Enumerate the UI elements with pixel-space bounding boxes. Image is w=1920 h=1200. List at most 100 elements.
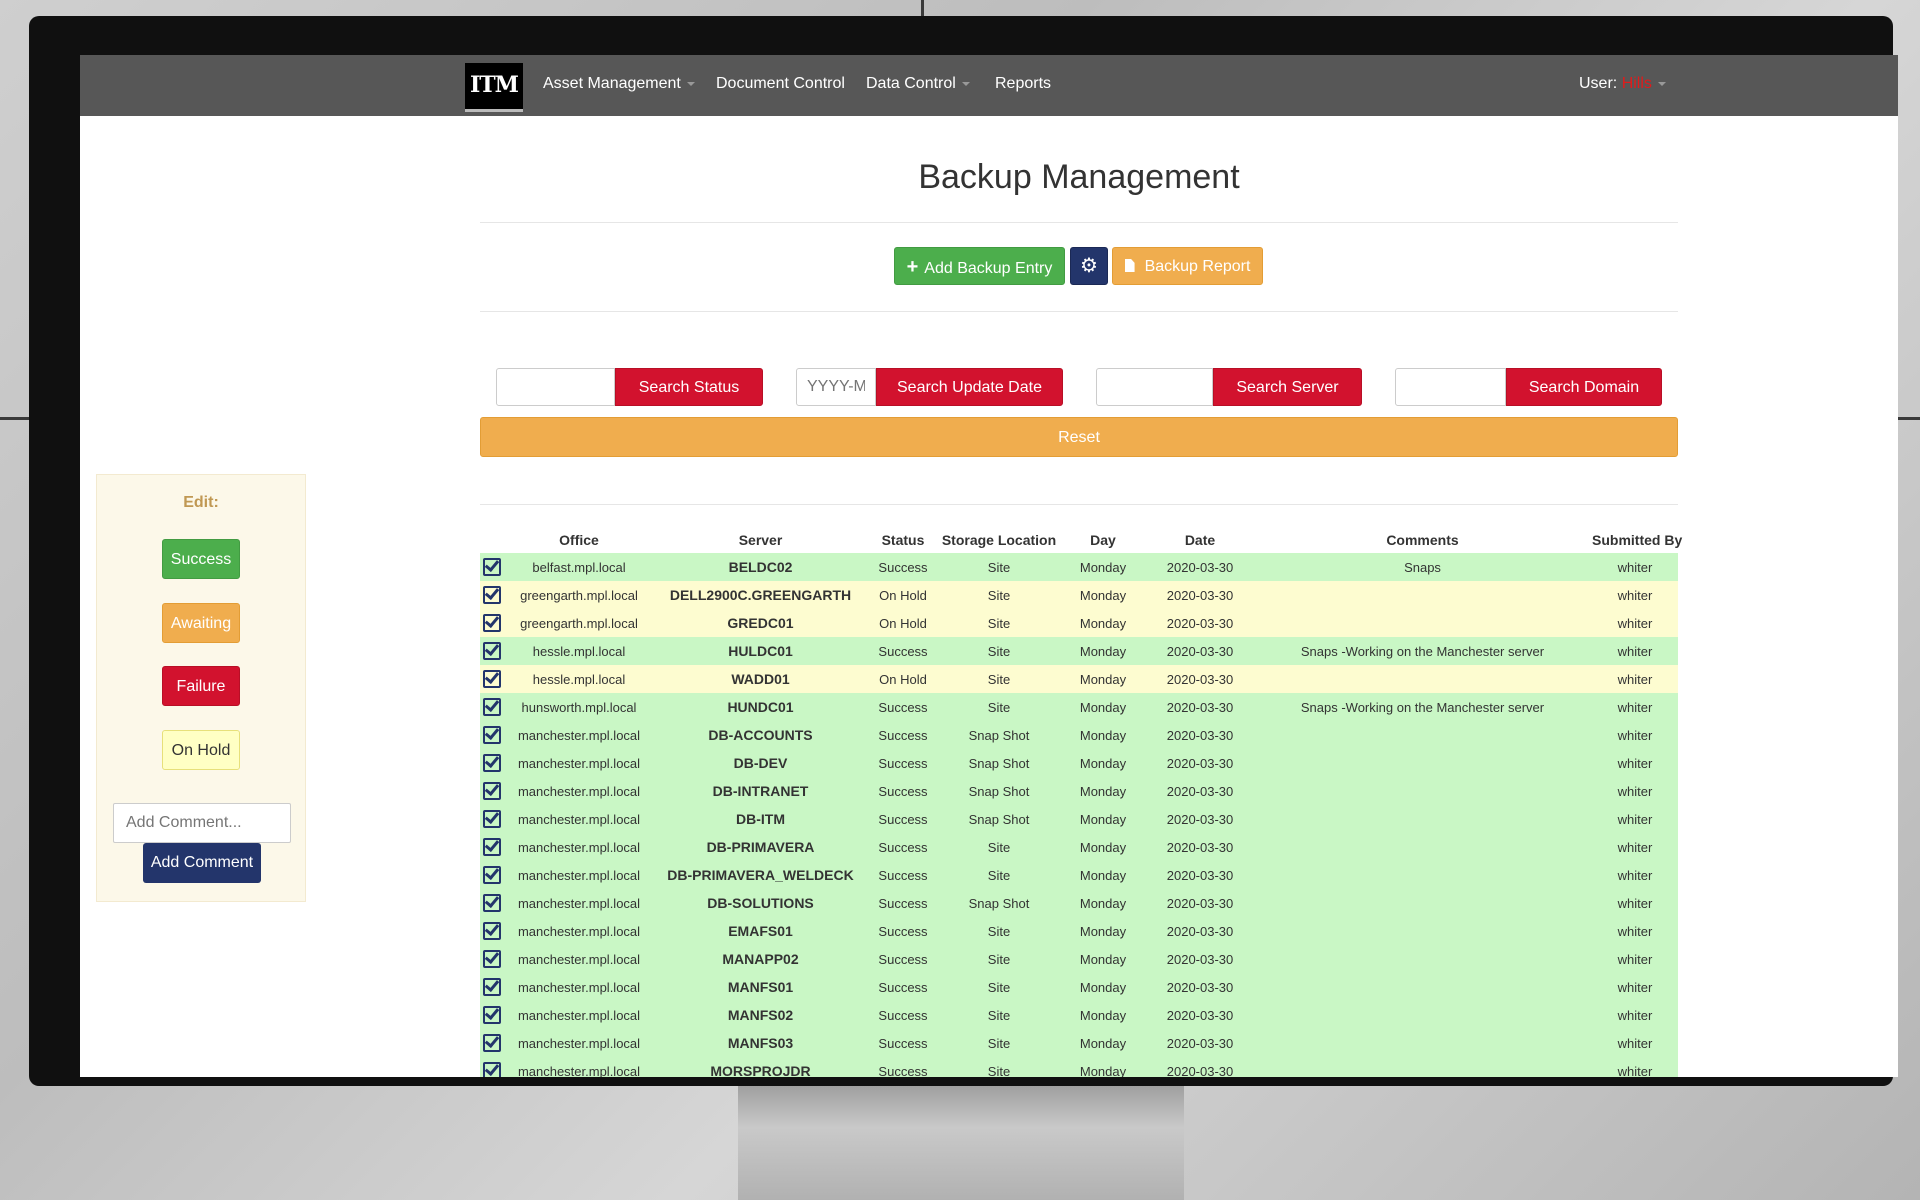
select-cell[interactable] (480, 917, 504, 945)
edit-on-hold-button[interactable]: On Hold (162, 730, 240, 770)
select-cell[interactable] (480, 973, 504, 1001)
column-header-comments[interactable]: Comments (1253, 527, 1592, 553)
add-backup-entry-button[interactable]: + Add Backup Entry (894, 247, 1065, 285)
search-domain-button[interactable]: Search Domain (1506, 368, 1662, 406)
column-header-day[interactable]: Day (1059, 527, 1147, 553)
table-row[interactable]: manchester.mpl.local DB-INTRANET Success Sn… (480, 777, 1678, 805)
checkbox-icon[interactable] (483, 1006, 501, 1024)
table-row[interactable]: hunsworth.mpl.local HUNDC01 Success Site Mon… (480, 693, 1678, 721)
search-server-button[interactable]: Search Server (1213, 368, 1362, 406)
storage-cell: Snap Shot (939, 889, 1059, 917)
table-row[interactable]: manchester.mpl.local MANFS03 Success Site Mo… (480, 1029, 1678, 1057)
settings-button[interactable]: ⚙ (1070, 247, 1108, 285)
edit-awaiting-button[interactable]: Awaiting (162, 603, 240, 643)
select-cell[interactable] (480, 553, 504, 581)
reset-button[interactable]: Reset (480, 417, 1678, 457)
checkbox-icon[interactable] (483, 1062, 501, 1077)
edit-success-button[interactable]: Success (162, 539, 240, 579)
checkbox-icon[interactable] (483, 698, 501, 716)
checkbox-icon[interactable] (483, 894, 501, 912)
select-cell[interactable] (480, 665, 504, 693)
date-cell: 2020-03-30 (1147, 889, 1253, 917)
chevron-down-icon (961, 81, 970, 86)
nav-asset-management[interactable]: Asset Management (543, 75, 695, 93)
table-row[interactable]: manchester.mpl.local MANAPP02 Success Site M… (480, 945, 1678, 973)
checkbox-icon[interactable] (483, 670, 501, 688)
select-cell[interactable] (480, 749, 504, 777)
checkbox-icon[interactable] (483, 922, 501, 940)
select-cell[interactable] (480, 637, 504, 665)
search-update-date-button[interactable]: Search Update Date (876, 368, 1063, 406)
nav-reports[interactable]: Reports (995, 75, 1051, 93)
office-cell: manchester.mpl.local (504, 833, 654, 861)
table-row[interactable]: manchester.mpl.local MANFS01 Success Site Mo… (480, 973, 1678, 1001)
column-header-status[interactable]: Status (867, 527, 939, 553)
table-row[interactable]: hessle.mpl.local HULDC01 Success Site Monday… (480, 637, 1678, 665)
add-comment-button[interactable]: Add Comment (143, 843, 261, 883)
select-cell[interactable] (480, 609, 504, 637)
select-cell[interactable] (480, 945, 504, 973)
table-row[interactable]: belfast.mpl.local BELDC02 Success Site Monda… (480, 553, 1678, 581)
checkbox-icon[interactable] (483, 978, 501, 996)
office-cell: manchester.mpl.local (504, 1001, 654, 1029)
checkbox-icon[interactable] (483, 754, 501, 772)
column-header-server[interactable]: Server (654, 527, 867, 553)
submitted-by-cell: whiter (1592, 777, 1678, 805)
checkbox-icon[interactable] (483, 950, 501, 968)
nav-document-control[interactable]: Document Control (716, 75, 845, 93)
storage-cell: Site (939, 861, 1059, 889)
search-status-input[interactable] (496, 368, 615, 406)
table-row[interactable]: greengarth.mpl.local DELL2900C.GREENGARTH… (480, 581, 1678, 609)
column-header-date[interactable]: Date (1147, 527, 1253, 553)
table-row[interactable]: manchester.mpl.local DB-PRIMAVERA Success S… (480, 833, 1678, 861)
search-status-button[interactable]: Search Status (615, 368, 763, 406)
comments-cell (1253, 1029, 1592, 1057)
checkbox-icon[interactable] (483, 838, 501, 856)
select-cell[interactable] (480, 833, 504, 861)
checkbox-icon[interactable] (483, 586, 501, 604)
nav-data-control[interactable]: Data Control (866, 75, 970, 93)
checkbox-icon[interactable] (483, 558, 501, 576)
table-row[interactable]: manchester.mpl.local DB-SOLUTIONS Success S… (480, 889, 1678, 917)
table-row[interactable]: manchester.mpl.local MORSPROJDR Success Sit… (480, 1057, 1678, 1077)
column-header-submitted-by[interactable]: Submitted By (1592, 527, 1682, 553)
table-row[interactable]: manchester.mpl.local DB-ITM Success Snap Sh… (480, 805, 1678, 833)
select-cell[interactable] (480, 693, 504, 721)
select-cell[interactable] (480, 861, 504, 889)
checkbox-icon[interactable] (483, 726, 501, 744)
select-cell[interactable] (480, 805, 504, 833)
edit-failure-button[interactable]: Failure (162, 666, 240, 706)
checkbox-icon[interactable] (483, 866, 501, 884)
select-cell[interactable] (480, 777, 504, 805)
table-row[interactable]: manchester.mpl.local EMAFS01 Success Site Mo… (480, 917, 1678, 945)
table-row[interactable]: manchester.mpl.local DB-DEV Success Snap Sh… (480, 749, 1678, 777)
table-row[interactable]: manchester.mpl.local DB-PRIMAVERA_WELDECK… (480, 861, 1678, 889)
column-header-storage[interactable]: Storage Location (939, 527, 1059, 553)
table-row[interactable]: manchester.mpl.local MANFS02 Success Site Mo… (480, 1001, 1678, 1029)
submitted-by-cell: whiter (1592, 693, 1678, 721)
backup-report-button[interactable]: Backup Report (1112, 247, 1263, 285)
column-header-office[interactable]: Office (504, 527, 654, 553)
table-row[interactable]: greengarth.mpl.local GREDC01 On Hold Site Mo… (480, 609, 1678, 637)
add-comment-input[interactable] (113, 803, 291, 843)
checkbox-icon[interactable] (483, 1034, 501, 1052)
search-date-input[interactable] (796, 368, 876, 406)
server-cell: DELL2900C.GREENGARTH (654, 581, 867, 609)
table-row[interactable]: manchester.mpl.local DB-ACCOUNTS Success Sn… (480, 721, 1678, 749)
checkbox-icon[interactable] (483, 810, 501, 828)
select-cell[interactable] (480, 1001, 504, 1029)
select-cell[interactable] (480, 889, 504, 917)
search-server-input[interactable] (1096, 368, 1213, 406)
select-cell[interactable] (480, 721, 504, 749)
user-menu[interactable]: User: Hills (1579, 75, 1666, 93)
checkbox-icon[interactable] (483, 642, 501, 660)
select-cell[interactable] (480, 1057, 504, 1077)
select-cell[interactable] (480, 1029, 504, 1057)
select-cell[interactable] (480, 581, 504, 609)
comments-cell (1253, 973, 1592, 1001)
search-domain-input[interactable] (1395, 368, 1506, 406)
table-row[interactable]: hessle.mpl.local WADD01 On Hold Site Monday 2… (480, 665, 1678, 693)
checkbox-icon[interactable] (483, 782, 501, 800)
itm-logo[interactable]: ITM (465, 63, 523, 112)
checkbox-icon[interactable] (483, 614, 501, 632)
